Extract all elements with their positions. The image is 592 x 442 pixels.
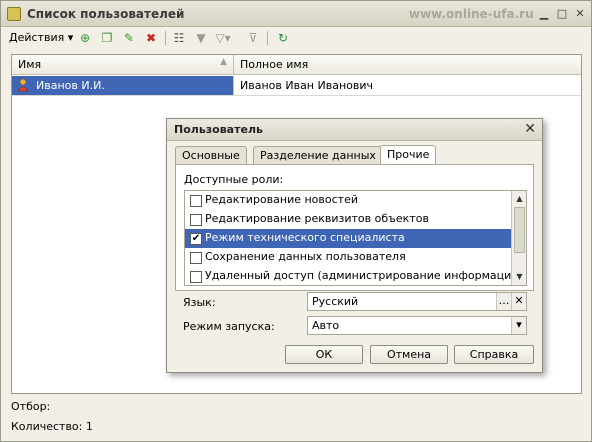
delete-icon[interactable]: ✖ [143,30,159,46]
chevron-down-icon[interactable]: ▾ [511,317,526,334]
column-header-name[interactable]: Имя ▲ [12,55,234,75]
role-item[interactable]: Редактирование реквизитов объектов [185,210,512,229]
minimize-icon[interactable]: ▁ [537,7,551,21]
role-checkbox[interactable] [190,271,202,283]
add-icon[interactable]: ⊕ [77,30,93,46]
scroll-down-icon[interactable]: ▼ [513,270,526,284]
roles-scrollbar[interactable]: ▲ ▼ [511,191,526,285]
column-header-label: Полное имя [240,58,309,71]
role-label: Редактирование реквизитов объектов [205,212,429,225]
role-label: Сохранение данных пользователя [205,250,406,263]
role-checkbox-checked[interactable]: ✔ [190,233,202,245]
user-icon [17,78,29,92]
clear-filter-icon[interactable]: ⊽ [245,30,261,46]
language-field[interactable]: Русский … ✕ [307,292,527,311]
role-label: Редактирование новостей [205,193,358,206]
dialog-close-icon[interactable]: ✕ [524,121,536,137]
cancel-button[interactable]: Отмена [370,345,448,364]
role-item[interactable]: Сохранение данных пользователя [185,248,512,267]
launch-mode-select[interactable]: Авто ▾ [307,316,527,335]
role-item[interactable]: Редактирование новостей [185,191,512,210]
window-title: Список пользователей [27,7,185,21]
roles-list: Редактирование новостей Редактирование р… [184,190,527,286]
user-full-name-text: Иванов Иван Иванович [240,79,373,92]
user-dialog: Пользователь ✕ Основные Разделение данны… [166,118,543,373]
launch-mode-label: Режим запуска: [183,320,275,333]
toolbar-separator [267,31,268,45]
language-value: Русский [312,295,359,308]
toolbar-separator [165,31,166,45]
tab-data-separation[interactable]: Разделение данных [253,146,383,164]
filter-icon[interactable]: ▼ [193,30,209,46]
actions-menu[interactable]: Действия ▾ [9,31,73,44]
clear-icon[interactable]: ✕ [511,293,526,310]
cell-name[interactable]: Иванов И.И. [12,76,234,95]
tab-main[interactable]: Основные [175,146,247,164]
help-button[interactable]: Справка [454,345,534,364]
column-header-full-name[interactable]: Полное имя [235,55,581,75]
app-icon [7,7,21,21]
scroll-up-icon[interactable]: ▲ [513,192,526,206]
dialog-titlebar[interactable]: Пользователь ✕ [167,119,542,141]
window-titlebar[interactable]: Список пользователей www.online-ufa.ru ▁… [1,1,591,27]
roles-label: Доступные роли: [184,173,284,186]
sort-icon[interactable]: ▲ [220,57,227,67]
tab-panel-other: Доступные роли: Редактирование новостей … [175,164,534,291]
role-checkbox[interactable] [190,195,202,207]
select-icon[interactable]: … [496,293,511,310]
toolbar: Действия ▾ ⊕ ❐ ✎ ✖ ☷ ▼ ▽▾ ⊽ ↻ [5,28,587,48]
count-status: Количество: 1 [11,420,93,433]
cell-full-name[interactable]: Иванов Иван Иванович [235,76,581,95]
tab-other[interactable]: Прочие [380,145,437,165]
maximize-icon[interactable]: □ [555,7,569,21]
refresh-icon[interactable]: ↻ [275,30,291,46]
role-label: Режим технического специалиста [205,231,405,244]
filter-status: Отбор: [11,400,51,413]
role-checkbox[interactable] [190,252,202,264]
role-item[interactable]: Удаленный доступ (администрирование инфо… [185,267,512,286]
table-header: Имя ▲ Полное имя [12,55,581,75]
table-row[interactable]: Иванов И.И. Иванов Иван Иванович [12,76,581,96]
filter-list-icon[interactable]: ☷ [171,30,187,46]
ok-button[interactable]: ОК [285,345,363,364]
role-label: Удаленный доступ (администрирование инфо… [205,269,512,282]
copy-icon[interactable]: ❐ [99,30,115,46]
language-label: Язык: [183,296,216,309]
dialog-title: Пользователь [174,123,263,136]
filter-dropdown-icon[interactable]: ▽▾ [215,30,231,46]
close-icon[interactable]: ✕ [573,7,587,21]
edit-icon[interactable]: ✎ [121,30,137,46]
role-item-selected[interactable]: ✔ Режим технического специалиста [185,229,512,248]
role-checkbox[interactable] [190,214,202,226]
watermark: www.online-ufa.ru [409,7,534,21]
launch-mode-value: Авто [312,319,340,332]
column-header-label: Имя [18,58,42,71]
user-name-text: Иванов И.И. [36,79,105,92]
scroll-thumb[interactable] [514,207,525,253]
